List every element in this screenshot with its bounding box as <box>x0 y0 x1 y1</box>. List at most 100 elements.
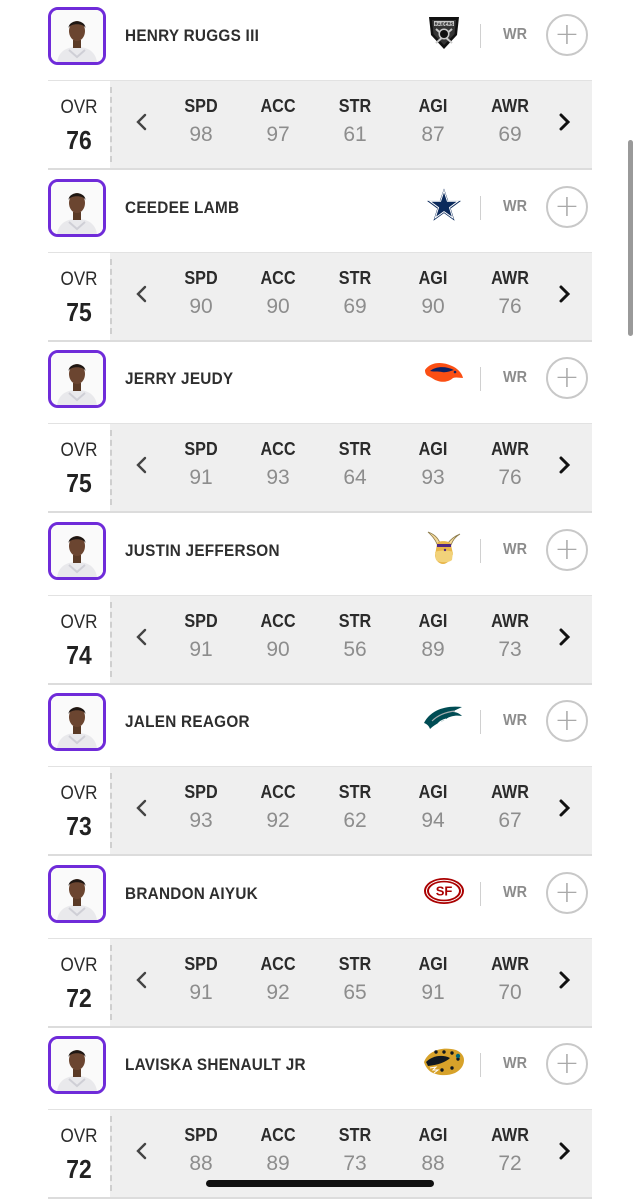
overall-box: OVR 72 <box>48 1110 110 1197</box>
player-avatar <box>48 350 106 408</box>
add-player-button[interactable]: + <box>546 357 588 399</box>
chevron-right-icon[interactable] <box>554 796 574 820</box>
add-player-button[interactable]: + <box>546 14 588 56</box>
stat-awr: AWR 73 <box>475 611 545 662</box>
stat-awr: AWR 69 <box>475 96 545 147</box>
player-photo-icon <box>51 353 103 405</box>
divider <box>110 430 112 505</box>
scrollbar[interactable] <box>628 140 633 336</box>
raiders-wordmark: RAIDERS <box>435 21 454 26</box>
overall-value: 75 <box>66 468 92 498</box>
overall-box: OVR 76 <box>48 81 110 168</box>
stat-str: STR 65 <box>320 954 390 1005</box>
divider <box>110 944 112 1020</box>
broncos-logo-icon <box>425 362 463 382</box>
stat-value: 97 <box>266 123 290 146</box>
add-player-button[interactable]: + <box>546 1043 588 1085</box>
stat-label: AWR <box>491 953 529 974</box>
stat-agi: AGI 90 <box>398 268 468 319</box>
add-player-button[interactable]: + <box>546 871 588 914</box>
stat-label: SPD <box>184 267 218 288</box>
stat-label: AGI <box>418 439 448 459</box>
player-avatar <box>48 178 106 237</box>
stat-value: 91 <box>189 466 213 489</box>
plus-icon: + <box>554 360 580 395</box>
add-player-button[interactable]: + <box>546 528 588 571</box>
stat-value: 69 <box>343 294 367 318</box>
player-name: HENRY RUGGS III <box>125 26 260 45</box>
chevron-right-icon[interactable] <box>554 453 574 477</box>
stat-value: 88 <box>189 1152 213 1175</box>
divider <box>110 258 112 334</box>
player-header[interactable]: LAVISKA SHENAULT JR WR + <box>48 1025 592 1109</box>
player-photo-icon <box>51 10 103 62</box>
eagles-logo-icon <box>424 706 462 729</box>
player-name: JUSTIN JEFFERSON <box>125 540 280 560</box>
overall-label: OVR <box>60 611 98 633</box>
chevron-left-icon[interactable] <box>132 968 152 992</box>
stat-agi: AGI 94 <box>398 782 468 833</box>
chevron-right-icon[interactable] <box>554 968 574 992</box>
player-position: WR <box>503 369 527 386</box>
chevron-left-icon[interactable] <box>132 453 152 477</box>
player-header[interactable]: HENRY RUGGS III RAIDERS WR + <box>48 0 592 80</box>
player-photo-icon <box>51 696 103 748</box>
stat-value: 87 <box>421 123 445 146</box>
stat-label: STR <box>338 96 372 116</box>
plus-icon: + <box>554 188 580 224</box>
divider <box>480 195 481 220</box>
stat-label: STR <box>338 1125 372 1145</box>
stat-agi: AGI 89 <box>398 611 468 662</box>
stat-value: 70 <box>498 980 522 1004</box>
plus-icon: + <box>554 703 580 738</box>
add-player-button[interactable]: + <box>546 700 588 742</box>
add-player-button[interactable]: + <box>546 185 588 228</box>
stat-value: 89 <box>421 637 445 661</box>
stat-label: SPD <box>184 439 218 459</box>
player-header[interactable]: BRANDON AIYUK SF WR + <box>48 854 592 938</box>
stat-label: AWR <box>491 439 529 459</box>
chevron-left-icon[interactable] <box>132 1139 152 1163</box>
jaguars-logo-icon <box>424 1048 464 1076</box>
stat-label: AWR <box>491 267 529 288</box>
stat-label: AWR <box>491 610 529 631</box>
team-logo <box>422 356 466 396</box>
player-header[interactable]: CEEDEE LAMB WR + <box>48 168 592 252</box>
chevron-left-icon[interactable] <box>132 625 152 649</box>
chevron-left-icon[interactable] <box>132 282 152 306</box>
chevron-right-icon[interactable] <box>554 282 574 306</box>
overall-box: OVR 75 <box>48 424 110 511</box>
team-logo: SF <box>422 871 466 911</box>
chevron-right-icon[interactable] <box>554 625 574 649</box>
player-position: WR <box>503 1055 527 1072</box>
player-name: LAVISKA SHENAULT JR <box>125 1055 306 1074</box>
player-card: JALEN REAGOR WR + OVR 73 SPD 93 ACC 92 STR 62… <box>0 686 640 858</box>
stat-label: ACC <box>260 610 296 631</box>
chevron-right-icon[interactable] <box>554 110 574 134</box>
overall-label: OVR <box>60 954 98 976</box>
chevron-right-icon[interactable] <box>554 1139 574 1163</box>
stat-label: AWR <box>491 1125 529 1145</box>
chevron-left-icon[interactable] <box>132 796 152 820</box>
stat-str: STR 64 <box>320 439 390 490</box>
team-logo: RAIDERS <box>422 13 466 53</box>
chevron-left-icon[interactable] <box>132 110 152 134</box>
player-avatar <box>48 521 106 580</box>
player-card: LAVISKA SHENAULT JR WR + OVR 72 SPD 88 ACC… <box>0 1029 640 1201</box>
stat-value: 89 <box>266 1152 290 1175</box>
overall-label: OVR <box>60 783 98 804</box>
player-header[interactable]: JALEN REAGOR WR + <box>48 682 592 766</box>
stat-acc: ACC 92 <box>243 782 313 833</box>
stat-label: AGI <box>418 1125 448 1145</box>
overall-value: 73 <box>66 811 92 841</box>
raiders-logo-icon: RAIDERS <box>429 17 459 49</box>
stat-acc: ACC 90 <box>243 268 313 319</box>
divider <box>110 773 112 848</box>
player-photo-icon <box>51 524 103 577</box>
home-indicator[interactable] <box>206 1180 434 1187</box>
player-header[interactable]: JERRY JEUDY WR + <box>48 339 592 423</box>
player-header[interactable]: JUSTIN JEFFERSON WR + <box>48 511 592 595</box>
player-avatar <box>48 693 106 751</box>
stat-value: 64 <box>343 466 367 489</box>
stat-value: 93 <box>421 466 445 489</box>
